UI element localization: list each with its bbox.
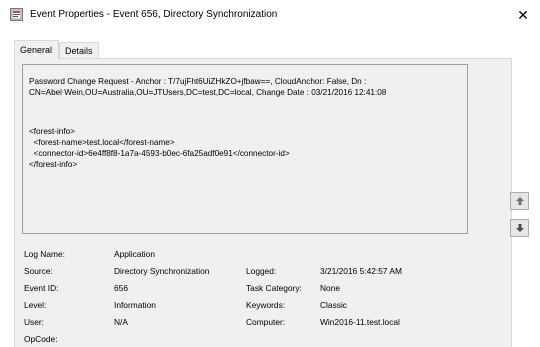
window-title: Event Properties - Event 656, Directory …: [30, 9, 278, 20]
description-line: </forest-info>: [29, 160, 78, 169]
log-name-value: Application: [114, 249, 155, 259]
computer-label: Computer:: [246, 317, 286, 327]
description-line: CN=Abel Wein,OU=Australia,OU=JTUsers,DC=…: [29, 88, 387, 97]
source-value: Directory Synchronization: [114, 266, 210, 276]
user-label: User:: [24, 317, 45, 327]
keywords-value: Classic: [320, 300, 347, 310]
level-value: Information: [114, 300, 156, 310]
source-label: Source:: [24, 266, 53, 276]
arrow-up-icon: [515, 197, 524, 205]
description-line: Password Change Request - Anchor : T/7uj…: [29, 77, 367, 86]
title-bar: Event Properties - Event 656, Directory …: [0, 0, 540, 30]
logged-value: 3/21/2016 5:42:57 AM: [320, 266, 402, 276]
tab-details[interactable]: Details: [59, 42, 99, 58]
description-line: <forest-info>: [29, 127, 75, 136]
log-name-label: Log Name:: [24, 249, 65, 259]
next-event-button[interactable]: [510, 219, 529, 237]
tab-general[interactable]: General: [14, 40, 59, 59]
event-description-box[interactable]: Password Change Request - Anchor : T/7uj…: [22, 64, 468, 234]
event-id-value: 656: [114, 283, 128, 293]
task-category-label: Task Category:: [246, 283, 302, 293]
close-button[interactable]: ✕: [506, 0, 540, 30]
event-viewer-icon: [10, 8, 23, 21]
user-value: N/A: [114, 317, 128, 327]
computer-value: Win2016-11.test.local: [320, 317, 400, 327]
arrow-down-icon: [515, 224, 524, 232]
description-line: <forest-name>test.local</forest-name>: [29, 138, 175, 147]
logged-label: Logged:: [246, 266, 277, 276]
event-id-label: Event ID:: [24, 283, 59, 293]
level-label: Level:: [24, 300, 47, 310]
task-category-value: None: [320, 283, 341, 293]
opcode-label: OpCode:: [24, 334, 58, 344]
previous-event-button[interactable]: [510, 192, 529, 210]
description-line: <connector-id>6e4ff8f8-1a7a-4593-b0ec-6f…: [29, 149, 290, 158]
keywords-label: Keywords:: [246, 300, 286, 310]
